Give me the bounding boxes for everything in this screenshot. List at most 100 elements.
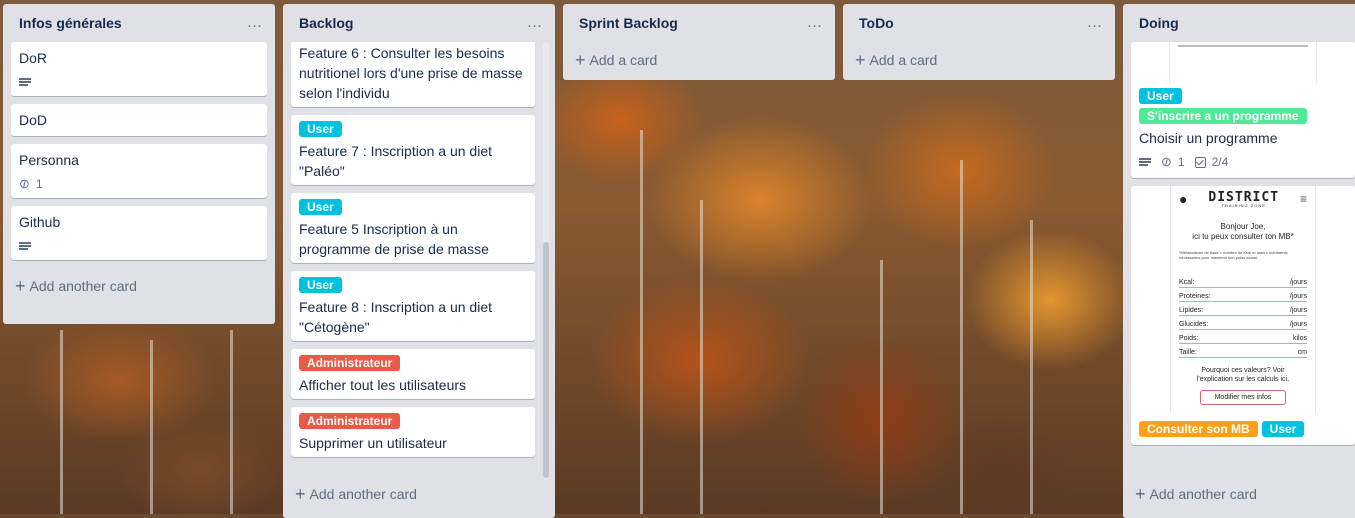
card-labels: Administrateur	[299, 355, 527, 371]
card-supprimer-utilisateur[interactable]: Administrateur Supprimer un utilisateur	[291, 407, 535, 457]
card-list: Feature 6 : Consulter les besoins nutrit…	[283, 42, 555, 480]
paperclip-icon: ⊘	[1157, 152, 1175, 171]
card-feature-6[interactable]: Feature 6 : Consulter les besoins nutrit…	[291, 42, 535, 107]
card-feature-7[interactable]: User Feature 7 : Inscription a un diet "…	[291, 115, 535, 185]
list-header[interactable]: Sprint Backlog …	[563, 4, 835, 42]
modifier-infos-button: Modifier mes infos	[1200, 390, 1286, 405]
greeting-line-2: ici tu peux consulter ton MB*	[1192, 232, 1294, 241]
add-card-button[interactable]: + Add another card	[7, 268, 271, 304]
list-title[interactable]: Infos générales	[19, 15, 122, 31]
board: Infos générales … DoR DoD Personna ⊘ 1 G…	[0, 0, 1355, 518]
checklist-badge: 2/4	[1194, 155, 1229, 169]
mockup-greeting: Bonjour Joe, ici tu peux consulter ton M…	[1179, 222, 1307, 242]
card-list: User S'inscrire a un programme Choisir u…	[1123, 42, 1355, 480]
attachment-badge: ⊘ 1	[1157, 152, 1185, 171]
card-personna[interactable]: Personna ⊘ 1	[11, 144, 267, 198]
card-labels: User S'inscrire a un programme	[1139, 88, 1347, 124]
card-labels: User	[299, 277, 527, 293]
plus-icon: +	[1135, 484, 1146, 504]
label-sinscrire-programme[interactable]: S'inscrire a un programme	[1139, 108, 1307, 124]
list-title[interactable]: Sprint Backlog	[579, 15, 678, 31]
mockup-note: *Métabolisme de base = nombre de Kcal et…	[1179, 250, 1288, 260]
label-administrateur[interactable]: Administrateur	[299, 355, 401, 371]
label-user[interactable]: User	[299, 199, 342, 215]
mockup-stats: Kcal:/jours Proteines:/jours Lipides:/jo…	[1179, 274, 1307, 358]
card-cover-image	[1169, 42, 1317, 84]
stat-row: Kcal:/jours	[1179, 274, 1307, 288]
district-mockup-cover: ● DISTRICT TRAINING ZONE ≡ Bonjour Joe, …	[1170, 186, 1316, 413]
card-badges	[19, 72, 259, 92]
label-user[interactable]: User	[299, 277, 342, 293]
plus-icon: +	[295, 484, 306, 504]
checklist-icon	[1194, 156, 1206, 168]
attachment-count: 1	[35, 177, 43, 191]
attachment-count: 1	[1177, 155, 1185, 169]
card-feature-5[interactable]: User Feature 5 Inscription à un programm…	[291, 193, 535, 263]
label-consulter-mb[interactable]: Consulter son MB	[1139, 421, 1258, 437]
card-choisir-programme[interactable]: User S'inscrire a un programme Choisir u…	[1131, 42, 1355, 178]
list-scrollbar[interactable]	[543, 42, 549, 480]
card-dod[interactable]: DoD	[11, 104, 267, 136]
card-feature-8[interactable]: User Feature 8 : Inscription a un diet "…	[291, 271, 535, 341]
label-user[interactable]: User	[1261, 421, 1305, 437]
list-todo: ToDo … + Add a card	[843, 4, 1115, 80]
card-badges: ⊘ 1 2/4	[1139, 152, 1347, 172]
label-user[interactable]: User	[1139, 88, 1182, 104]
stat-row: Taille: cm	[1179, 344, 1307, 358]
add-card-button[interactable]: + Add a card	[847, 42, 1111, 78]
more-options-icon[interactable]: …	[803, 11, 827, 35]
list-backlog: Backlog … Feature 6 : Consulter les beso…	[283, 4, 555, 518]
card-afficher-utilisateurs[interactable]: Administrateur Afficher tout les utilisa…	[291, 349, 535, 399]
list-header[interactable]: Backlog …	[283, 4, 555, 42]
card-title: Feature 8 : Inscription a un diet "Cétog…	[299, 299, 492, 335]
card-title: Github	[19, 214, 61, 230]
label-user[interactable]: User	[299, 121, 342, 137]
card-labels: Administrateur	[299, 413, 527, 429]
card-github[interactable]: Github	[11, 206, 267, 260]
card-title: DoD	[19, 112, 48, 128]
add-card-button[interactable]: + Add a card	[567, 42, 831, 78]
add-card-button[interactable]: + Add another card	[287, 476, 551, 512]
description-icon	[1139, 157, 1151, 167]
add-card-label: Add a card	[589, 52, 658, 68]
card-title: Afficher tout les utilisateurs	[299, 377, 467, 393]
card-title: Choisir un programme	[1139, 130, 1278, 146]
more-options-icon[interactable]: …	[243, 11, 267, 35]
card-labels: Consulter son MB User	[1131, 413, 1355, 437]
checklist-count: 2/4	[1211, 155, 1229, 169]
card-list: DoR DoD Personna ⊘ 1 Github	[3, 42, 275, 268]
add-card-label: Add another card	[309, 486, 417, 502]
add-card-label: Add a card	[869, 52, 938, 68]
add-card-label: Add another card	[29, 278, 137, 294]
list-sprint-backlog: Sprint Backlog … + Add a card	[563, 4, 835, 80]
plus-icon: +	[855, 50, 866, 70]
greeting-line-1: Bonjour Joe,	[1220, 222, 1266, 231]
list-header[interactable]: Doing	[1123, 4, 1355, 42]
list-title[interactable]: Backlog	[299, 15, 353, 31]
card-badges: ⊘ 1	[15, 174, 259, 194]
card-consulter-mb[interactable]: ● DISTRICT TRAINING ZONE ≡ Bonjour Joe, …	[1131, 186, 1355, 445]
stat-row: Proteines:/jours	[1179, 288, 1307, 302]
card-labels: User	[299, 121, 527, 137]
list-title[interactable]: Doing	[1139, 15, 1179, 31]
card-title: Feature 7 : Inscription a un diet "Paléo…	[299, 143, 492, 179]
list-header[interactable]: Infos générales …	[3, 4, 275, 42]
card-title: Supprimer un utilisateur	[299, 435, 447, 451]
add-card-button[interactable]: + Add another card	[1127, 476, 1351, 512]
list-infos-generales: Infos générales … DoR DoD Personna ⊘ 1 G…	[3, 4, 275, 324]
plus-icon: +	[575, 50, 586, 70]
paperclip-icon: ⊘	[15, 174, 33, 193]
card-title: Feature 5 Inscription à un programme de …	[299, 221, 489, 257]
more-options-icon[interactable]: …	[1083, 11, 1107, 35]
hamburger-menu-icon: ≡	[1299, 192, 1307, 206]
card-dor[interactable]: DoR	[11, 42, 267, 96]
list-header[interactable]: ToDo …	[843, 4, 1115, 42]
card-title: DoR	[19, 50, 48, 66]
more-options-icon[interactable]: …	[523, 11, 547, 35]
stat-row: Glucides:/jours	[1179, 316, 1307, 330]
card-labels: User	[299, 199, 527, 215]
label-administrateur[interactable]: Administrateur	[299, 413, 401, 429]
list-title[interactable]: ToDo	[859, 15, 894, 31]
add-card-label: Add another card	[1149, 486, 1257, 502]
scrollbar-thumb[interactable]	[543, 242, 549, 478]
